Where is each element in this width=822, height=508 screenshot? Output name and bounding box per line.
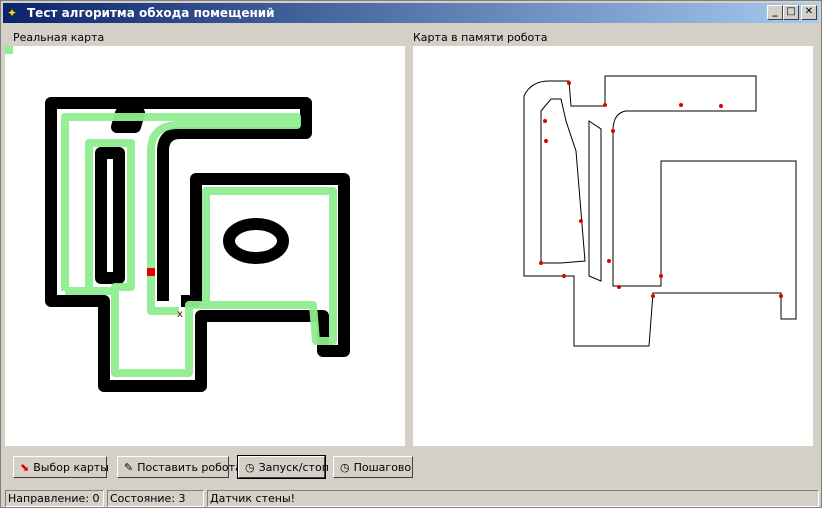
start-stop-button[interactable]: ◷ Запуск/стоп	[237, 455, 329, 479]
place-robot-label: Поставить робота	[137, 461, 242, 474]
step-label: Пошагово	[353, 461, 412, 474]
robot-memory-map-canvas[interactable]	[413, 46, 813, 446]
minimize-button[interactable]: _	[767, 5, 783, 20]
status-state: Состояние: 3	[107, 490, 204, 507]
real-map-canvas[interactable]: x	[5, 46, 405, 446]
select-map-label: Выбор карты	[33, 461, 109, 474]
status-message: Датчик стены!	[207, 490, 819, 507]
clock-icon: ◷	[245, 461, 255, 474]
step-button[interactable]: ◷ Пошагово	[333, 456, 413, 478]
main-window: ✦ Тест алгоритма обхода помещений _ □ ✕ …	[0, 0, 822, 508]
map-select-icon: ⬊	[20, 461, 30, 474]
clock-icon: ◷	[340, 461, 350, 474]
place-robot-button[interactable]: ✎ Поставить робота	[117, 456, 242, 478]
status-direction: Направление: 0	[5, 490, 104, 507]
start-stop-label: Запуск/стоп	[258, 461, 329, 474]
maximize-button[interactable]: □	[783, 5, 799, 20]
robot-marker	[147, 268, 155, 276]
start-marker	[5, 46, 13, 54]
app-icon: ✦	[7, 6, 18, 20]
real-map-label: Реальная карта	[13, 31, 105, 44]
robot-map-label: Карта в памяти робота	[413, 31, 548, 44]
pencil-icon: ✎	[124, 461, 134, 474]
robot-cursor-icon: x	[177, 309, 183, 320]
close-button[interactable]: ✕	[801, 5, 817, 20]
title-bar: ✦ Тест алгоритма обхода помещений	[3, 3, 819, 23]
select-map-button[interactable]: ⬊ Выбор карты	[13, 456, 109, 478]
window-title: Тест алгоритма обхода помещений	[27, 6, 275, 20]
robot-memory-walls	[523, 75, 797, 347]
